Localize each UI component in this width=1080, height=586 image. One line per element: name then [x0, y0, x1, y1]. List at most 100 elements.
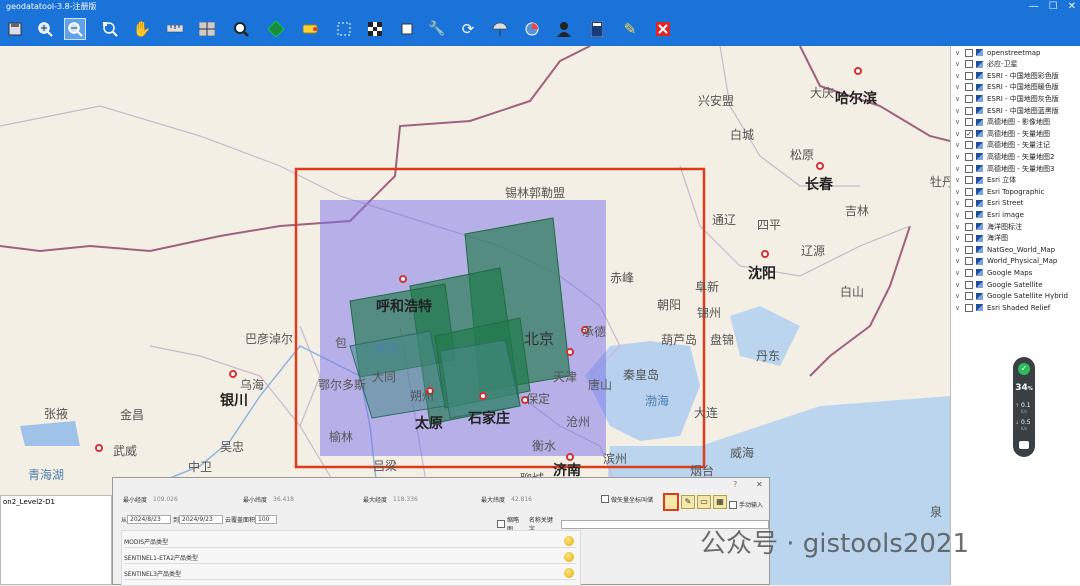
frame-icon[interactable] — [396, 18, 418, 40]
checker-icon[interactable] — [364, 18, 386, 40]
layer-checkbox[interactable] — [965, 280, 973, 289]
chevron-down-icon[interactable]: ∨ — [955, 223, 961, 231]
from-date-picker[interactable]: 2024/8/23 — [127, 515, 172, 524]
chevron-down-icon[interactable]: ∨ — [955, 199, 961, 207]
cloud-cover-stepper[interactable]: 100 — [255, 515, 278, 524]
chevron-down-icon[interactable]: ∨ — [955, 72, 961, 80]
magnifier-icon[interactable] — [230, 18, 252, 40]
layer-checkbox[interactable] — [965, 60, 973, 69]
draw-checkbox[interactable] — [601, 495, 609, 503]
layer-checkbox[interactable] — [965, 164, 973, 173]
chevron-down-icon[interactable]: ∨ — [955, 211, 961, 219]
layer-icon[interactable] — [265, 18, 287, 40]
min-lon-value[interactable]: 109.026 — [153, 496, 178, 503]
chevron-down-icon[interactable]: ∨ — [955, 141, 961, 149]
layer-checkbox[interactable] — [965, 257, 973, 266]
chevron-down-icon[interactable]: ∨ — [955, 130, 961, 138]
layer-item[interactable]: ∨ ESRI - 中国地图暖色版 — [955, 82, 1059, 93]
layer-checkbox[interactable] — [965, 245, 973, 254]
layer-item[interactable]: ∨ 高德地图 - 矢量地图3 — [955, 163, 1054, 174]
pie-icon[interactable] — [521, 18, 543, 40]
camera-icon[interactable] — [1019, 441, 1029, 449]
layer-item[interactable]: ∨ 高德地图 - 影像地图 — [955, 117, 1050, 128]
chevron-down-icon[interactable]: ∨ — [955, 269, 961, 277]
measure-icon[interactable] — [164, 18, 186, 40]
layer-item[interactable]: ∨ 高德地图 - 矢量注记 — [955, 140, 1050, 151]
chevron-down-icon[interactable]: ∨ — [955, 292, 961, 300]
layer-item[interactable]: ∨ Google Satellite — [955, 279, 1043, 290]
layer-checkbox[interactable] — [965, 187, 973, 196]
pan-hand-icon[interactable]: ✋ — [131, 18, 153, 40]
layer-item[interactable]: ∨ Google Satellite Hybrid — [955, 291, 1068, 302]
layer-checkbox[interactable] — [965, 94, 973, 103]
layer-item[interactable]: ∨ ESRI - 中国地图蓝黑版 — [955, 105, 1059, 116]
layer-item[interactable]: ∨ Google Maps — [955, 267, 1032, 278]
zoom-in-icon[interactable] — [34, 18, 56, 40]
chevron-down-icon[interactable]: ∨ — [955, 49, 961, 57]
grid-icon[interactable] — [196, 18, 218, 40]
file-list-item[interactable]: on2_Level2-D1 — [1, 496, 111, 508]
layer-checkbox[interactable] — [965, 234, 973, 243]
product-toggle-icon[interactable] — [564, 552, 574, 562]
zoom-out-icon[interactable] — [64, 18, 86, 40]
min-lat-value[interactable]: 36.418 — [273, 496, 294, 503]
layer-item[interactable]: ∨ World_Physical_Map — [955, 256, 1057, 267]
layer-checkbox[interactable] — [965, 83, 973, 92]
select-icon[interactable] — [333, 18, 355, 40]
chevron-down-icon[interactable]: ∨ — [955, 60, 961, 68]
max-lon-value[interactable]: 118.336 — [393, 496, 418, 503]
to-date-picker[interactable]: 2024/9/23 — [179, 515, 224, 524]
max-lat-value[interactable]: 42.816 — [511, 496, 532, 503]
parachute-icon[interactable] — [489, 18, 511, 40]
dialog-close-button[interactable]: ✕ — [756, 480, 763, 489]
layer-checkbox[interactable] — [965, 176, 973, 185]
pick-icon[interactable]: ✎ — [681, 495, 695, 509]
grid-select-icon[interactable]: ▦ — [713, 495, 727, 509]
maximize-button[interactable]: ☐ — [1049, 0, 1058, 14]
layer-item[interactable]: ∨ ✓ 高德地图 - 矢量地图 — [955, 128, 1050, 139]
layer-checkbox[interactable] — [965, 118, 973, 127]
book-icon[interactable] — [586, 18, 608, 40]
product-row[interactable]: MODIS产品类型 — [124, 535, 576, 548]
chevron-down-icon[interactable]: ∨ — [955, 234, 961, 242]
product-toggle-icon[interactable] — [564, 568, 574, 578]
layer-checkbox[interactable] — [965, 141, 973, 150]
layer-checkbox[interactable] — [965, 48, 973, 57]
user-icon[interactable] — [553, 18, 575, 40]
layer-item[interactable]: ∨ ESRI - 中国地图彩色版 — [955, 70, 1059, 81]
manual-input-checkbox[interactable] — [729, 500, 737, 509]
draw-rect-button[interactable] — [663, 493, 679, 511]
layer-item[interactable]: ∨ NatGeo_World_Map — [955, 244, 1055, 255]
chevron-down-icon[interactable]: ∨ — [955, 188, 961, 196]
layer-item[interactable]: ∨ 海洋图 — [955, 233, 1008, 244]
chevron-down-icon[interactable]: ∨ — [955, 107, 961, 115]
layer-item[interactable]: ∨ 海洋图标注 — [955, 221, 1022, 232]
chevron-down-icon[interactable]: ∨ — [955, 304, 961, 312]
layer-checkbox[interactable] — [965, 268, 973, 277]
chevron-down-icon[interactable]: ∨ — [955, 83, 961, 91]
product-toggle-icon[interactable] — [564, 536, 574, 546]
chevron-down-icon[interactable]: ∨ — [955, 118, 961, 126]
pencil-icon[interactable]: ✎ — [619, 18, 641, 40]
chevron-down-icon[interactable]: ∨ — [955, 281, 961, 289]
layer-item[interactable]: ∨ Esri Shaded Relief — [955, 302, 1050, 313]
product-row[interactable]: SENTINEL1-ETA2产品类型 — [124, 551, 576, 564]
close-icon[interactable] — [652, 18, 674, 40]
layer-item[interactable]: ∨ Esri Street — [955, 198, 1023, 209]
product-row[interactable]: SENTINEL3产品类型 — [124, 567, 576, 580]
chevron-down-icon[interactable]: ∨ — [955, 257, 961, 265]
chevron-down-icon[interactable]: ∨ — [955, 176, 961, 184]
layer-checkbox[interactable] — [965, 106, 973, 115]
layer-item[interactable]: ∨ Esri image — [955, 209, 1024, 220]
chevron-down-icon[interactable]: ∨ — [955, 153, 961, 161]
tag-icon[interactable] — [300, 18, 322, 40]
layer-checkbox[interactable] — [965, 292, 973, 301]
layer-item[interactable]: ∨ 必应-卫星 — [955, 59, 1018, 70]
chevron-down-icon[interactable]: ∨ — [955, 246, 961, 254]
save-icon[interactable] — [4, 18, 26, 40]
layer-item[interactable]: ∨ Esri Topographic — [955, 186, 1045, 197]
layer-checkbox[interactable] — [965, 222, 973, 231]
chevron-down-icon[interactable]: ∨ — [955, 165, 961, 173]
layer-checkbox[interactable] — [965, 210, 973, 219]
refresh-icon[interactable]: ⟳ — [457, 18, 479, 40]
